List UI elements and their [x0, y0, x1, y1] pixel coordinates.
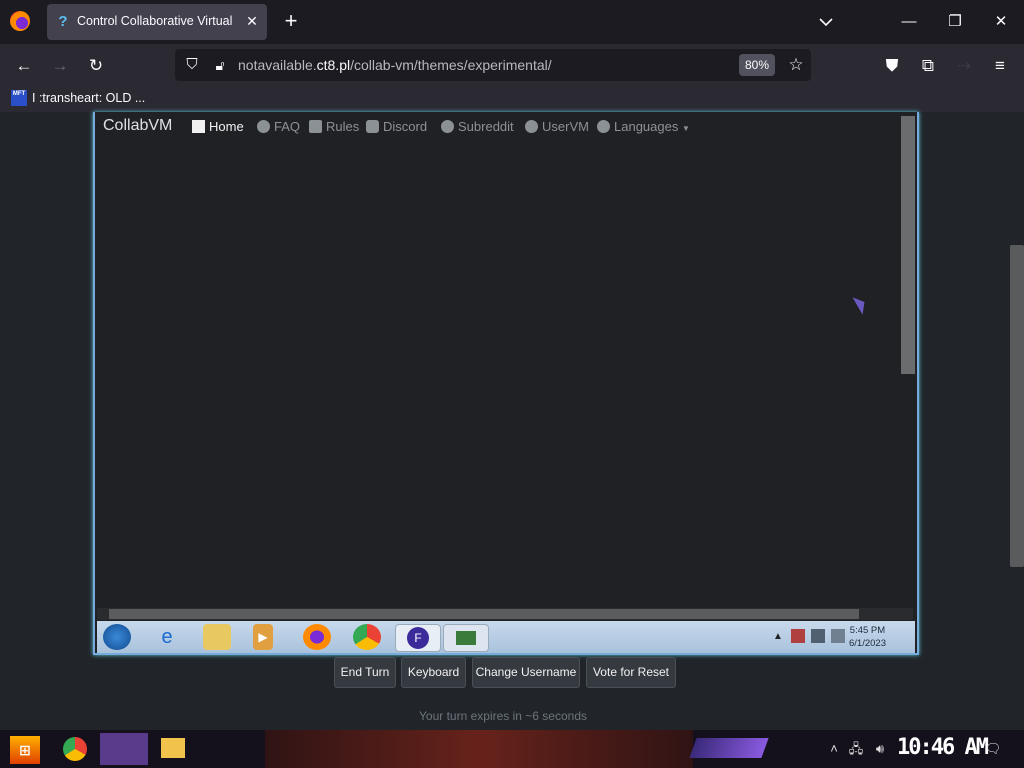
- vm-network-app-icon[interactable]: [443, 624, 489, 652]
- navigation-bar: ← → ↻ ⛉ 🔓︎ notavailable.ct8.pl/collab-vm…: [0, 44, 1024, 86]
- new-tab-button[interactable]: +: [280, 10, 302, 32]
- pocket-icon[interactable]: ⛊: [880, 54, 904, 78]
- nav-subreddit[interactable]: Subreddit: [441, 119, 514, 134]
- nav-discord[interactable]: Discord: [366, 119, 427, 134]
- page-content: e ▶ F ▲ 5:45 PM 6/1/2023 CollabVM Home F…: [0, 112, 1024, 730]
- reddit-icon: [441, 120, 454, 133]
- url-text: notavailable.ct8.pl/collab-vm/themes/exp…: [238, 57, 552, 73]
- close-window-icon[interactable]: ✕: [986, 8, 1016, 36]
- shield-icon[interactable]: ⛉: [183, 55, 201, 75]
- vm-internet-explorer-icon[interactable]: e: [153, 624, 181, 650]
- page-scrollbar[interactable]: [1006, 112, 1024, 730]
- host-folder-icon[interactable]: [161, 738, 185, 758]
- tray-chevron-icon[interactable]: ˄: [826, 741, 842, 757]
- vm-firefox-icon[interactable]: [303, 624, 331, 650]
- vm-hscroll-thumb[interactable]: [109, 609, 859, 619]
- vm-mouse-cursor-icon: [852, 293, 870, 315]
- restore-icon[interactable]: ❐: [940, 8, 970, 36]
- tab-bar: ? Control Collaborative Virtual ✕ + — ❐ …: [0, 0, 1024, 44]
- taskbar-decoration-accent: [689, 738, 769, 758]
- close-tab-icon[interactable]: ✕: [243, 12, 261, 30]
- vm-vertical-scrollbar[interactable]: [901, 116, 915, 374]
- lock-icon[interactable]: 🔓︎: [211, 55, 229, 75]
- url-bar[interactable]: ⛉ 🔓︎ notavailable.ct8.pl/collab-vm/theme…: [175, 49, 811, 81]
- forward-arrow-icon[interactable]: →: [48, 54, 72, 78]
- back-arrow-icon[interactable]: ←: [12, 54, 36, 78]
- keyboard-button[interactable]: Keyboard: [401, 657, 466, 688]
- extensions-icon[interactable]: ⧉: [916, 54, 940, 78]
- vote-reset-button[interactable]: Vote for Reset: [586, 657, 676, 688]
- question-icon: ?: [58, 13, 68, 30]
- account-icon[interactable]: ⇢: [952, 54, 976, 78]
- bookmark-item[interactable]: I :transheart: OLD ...: [32, 91, 145, 105]
- vm-explorer-folder-icon[interactable]: [203, 624, 231, 650]
- vm-tray-volume-icon[interactable]: [831, 629, 845, 643]
- clipboard-icon: [309, 120, 322, 133]
- end-turn-button[interactable]: End Turn: [334, 657, 396, 688]
- turn-status-text: Your turn expires in ~6 seconds: [419, 709, 587, 723]
- user-icon: [525, 120, 538, 133]
- bookmark-favicon-icon: MFT: [11, 90, 27, 106]
- host-start-icon[interactable]: ⊞: [10, 736, 40, 764]
- question-circle-icon: [257, 120, 270, 133]
- host-firefox-icon[interactable]: [100, 733, 148, 765]
- menu-icon[interactable]: ≡: [988, 54, 1012, 78]
- vm-tray-network-icon[interactable]: [811, 629, 825, 643]
- collabvm-navbar: CollabVM Home FAQ Rules Discord Subreddi…: [96, 112, 916, 140]
- vm-clock-time: 5:45 PM: [849, 625, 886, 636]
- change-username-button[interactable]: Change Username: [472, 657, 580, 688]
- home-icon: [192, 120, 205, 133]
- bookmarks-toolbar: MFT I :transheart: OLD ...: [0, 86, 1024, 112]
- browser-tab[interactable]: ? Control Collaborative Virtual ✕: [47, 4, 267, 40]
- vm-chrome-icon[interactable]: [353, 624, 381, 650]
- notifications-icon[interactable]: 🗨︎: [984, 741, 1002, 757]
- discord-icon: [366, 120, 379, 133]
- nav-faq[interactable]: FAQ: [257, 119, 300, 134]
- vm-taskbar: e ▶ F ▲ 5:45 PM 6/1/2023: [97, 621, 915, 653]
- nav-home[interactable]: Home: [192, 119, 244, 134]
- vm-tray-flag-icon[interactable]: [791, 629, 805, 643]
- firefox-menu-icon[interactable]: [10, 11, 30, 31]
- host-chrome-icon[interactable]: [63, 737, 87, 761]
- vm-media-player-icon[interactable]: ▶: [253, 624, 273, 650]
- bookmark-star-icon[interactable]: ☆: [785, 54, 807, 76]
- nav-uservm[interactable]: UserVM: [525, 119, 589, 134]
- brand-logo[interactable]: CollabVM: [103, 117, 172, 135]
- page-scroll-thumb[interactable]: [1010, 245, 1024, 567]
- vm-tray-arrow-icon[interactable]: ▲: [773, 631, 783, 642]
- volume-icon[interactable]: 🔊︎: [872, 741, 888, 757]
- vm-horizontal-scrollbar[interactable]: [97, 608, 913, 620]
- vm-start-orb-icon[interactable]: [103, 624, 131, 650]
- list-all-tabs-icon[interactable]: [816, 12, 836, 32]
- nav-languages-dropdown[interactable]: Languages ▼: [597, 119, 690, 134]
- vm-display[interactable]: e ▶ F ▲ 5:45 PM 6/1/2023: [93, 112, 919, 655]
- caret-down-icon: ▼: [681, 124, 690, 133]
- network-icon[interactable]: 🖧: [848, 741, 864, 757]
- vm-clock[interactable]: 5:45 PM 6/1/2023: [849, 624, 886, 650]
- host-taskbar: ⊞ ˄ 🖧 🔊︎ 10:46 AM 🗨︎: [0, 730, 1024, 768]
- tab-title: Control Collaborative Virtual: [77, 14, 233, 28]
- taskbar-decoration: [265, 730, 693, 768]
- reload-icon[interactable]: ↻: [84, 54, 108, 78]
- zoom-level-badge[interactable]: 80%: [739, 54, 775, 76]
- globe-icon: [597, 120, 610, 133]
- nav-rules[interactable]: Rules: [309, 119, 359, 134]
- minimize-icon[interactable]: —: [894, 8, 924, 36]
- vm-clock-date: 6/1/2023: [849, 638, 886, 649]
- host-clock[interactable]: 10:46 AM: [897, 735, 989, 760]
- vm-app-f-icon[interactable]: F: [395, 624, 441, 652]
